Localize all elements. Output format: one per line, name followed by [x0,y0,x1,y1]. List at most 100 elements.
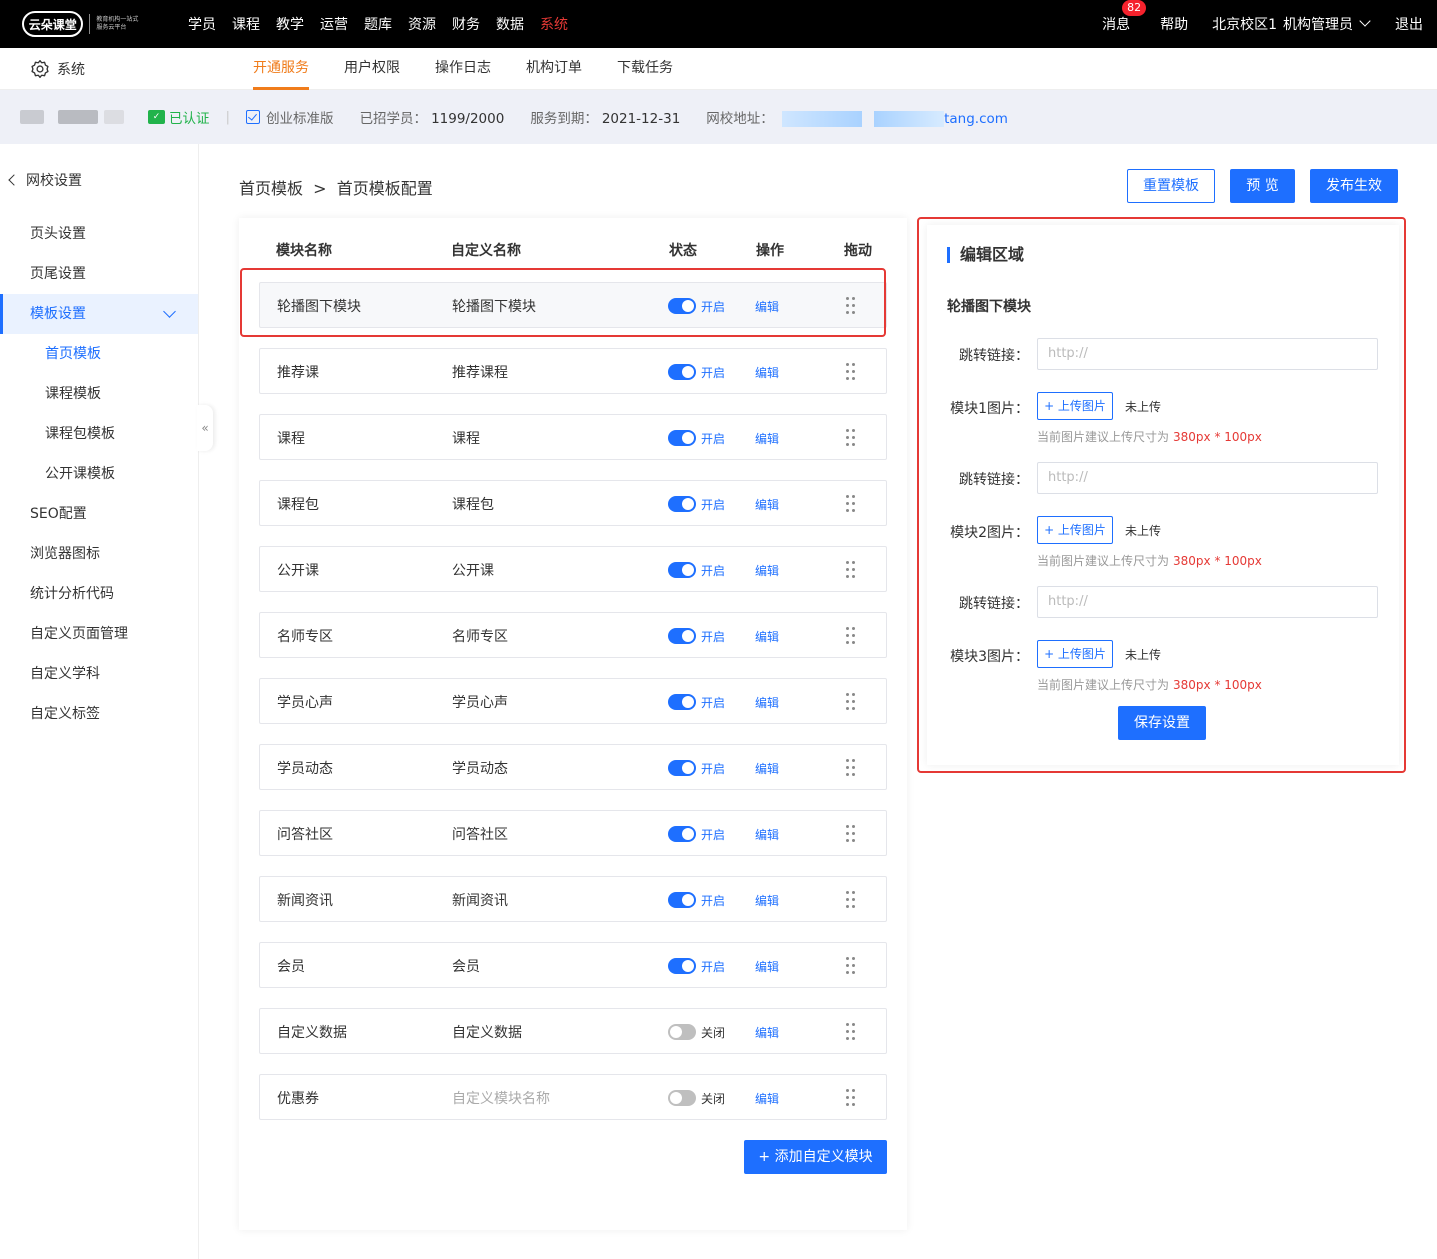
reset-template-button[interactable]: 重置模板 [1127,169,1215,203]
edit-link[interactable]: 编辑 [755,430,779,447]
school-url-link[interactable]: tang.com [944,111,1008,127]
status-toggle[interactable] [668,628,696,644]
sidebar-back[interactable]: 网校设置 [8,170,82,190]
table-row: 课程包 课程包 开启 编辑 [259,480,887,526]
sidebar-item[interactable]: SEO配置 [0,494,198,534]
table-row: 推荐课 推荐课程 开启 编辑 [259,348,887,394]
drag-dot [852,575,855,578]
status-toggle[interactable] [668,760,696,776]
collapse-sidebar-button[interactable]: « [197,405,213,451]
top-nav-item[interactable]: 学员 [188,14,216,34]
status-toggle[interactable] [668,694,696,710]
logout-link[interactable]: 退出 [1395,14,1423,34]
drag-dot [852,561,855,564]
edit-link[interactable]: 编辑 [755,1024,779,1041]
drag-dot [852,1023,855,1026]
drag-handle-icon[interactable] [846,561,856,579]
drag-handle-icon[interactable] [846,1023,856,1041]
edit-link[interactable]: 编辑 [755,760,779,777]
top-nav-item[interactable]: 运营 [320,14,348,34]
status-toggle[interactable] [668,562,696,578]
drag-handle-icon[interactable] [846,1089,856,1107]
top-nav-item[interactable]: 财务 [452,14,480,34]
school-url-info: 网校地址： tang.com [706,107,1008,127]
drag-handle-icon[interactable] [846,363,856,381]
sidebar-item[interactable]: 页尾设置 [0,254,198,294]
edit-link[interactable]: 编辑 [755,1090,779,1107]
top-nav-item[interactable]: 题库 [364,14,392,34]
drag-dot [846,436,849,439]
sidebar-item[interactable]: 浏览器图标 [0,534,198,574]
drag-dot [852,641,855,644]
edit-link[interactable]: 编辑 [755,826,779,843]
drag-handle-icon[interactable] [846,693,856,711]
top-nav-item[interactable]: 课程 [232,14,260,34]
edit-link[interactable]: 编辑 [755,694,779,711]
edit-link[interactable]: 编辑 [755,364,779,381]
publish-button[interactable]: 发布生效 [1310,169,1398,203]
edit-link[interactable]: 编辑 [755,892,779,909]
sidebar-item[interactable]: 公开课模板 [0,454,198,494]
redacted-school-name [58,110,98,124]
edit-link[interactable]: 编辑 [755,628,779,645]
drag-handle-icon[interactable] [846,627,856,645]
drag-handle-icon[interactable] [846,957,856,975]
sidebar-item[interactable]: 自定义标签 [0,694,198,734]
drag-dot [852,825,855,828]
drag-handle-icon[interactable] [846,495,856,513]
sidebar-item[interactable]: 首页模板 [0,334,198,374]
module-name: 推荐课 [277,365,319,381]
status-toggle[interactable] [668,364,696,380]
status-toggle[interactable] [668,1090,696,1106]
user-role-menu[interactable]: 机构管理员 [1283,14,1353,34]
campus-name[interactable]: 北京校区1 [1212,14,1277,34]
sidebar-item[interactable]: 自定义学科 [0,654,198,694]
status-label: 开启 [701,630,726,644]
drag-dot [846,575,849,578]
school-info-bar: ✓ 已认证 | 创业标准版 已招学员： 1199/2000 服务到期： 2021-1… [0,90,1437,144]
top-nav-item[interactable]: 教学 [276,14,304,34]
subnav-tab[interactable]: 开通服务 [253,48,309,90]
edit-link[interactable]: 编辑 [755,496,779,513]
status-toggle[interactable] [668,826,696,842]
chevron-down-icon[interactable] [1359,15,1371,27]
subnav-tab[interactable]: 下载任务 [617,48,673,90]
drag-handle-icon[interactable] [846,429,856,447]
sidebar-item[interactable]: 课程包模板 [0,414,198,454]
edit-link[interactable]: 编辑 [755,562,779,579]
edition-check-icon [246,110,261,124]
drag-dot [846,495,849,498]
status-toggle[interactable] [668,958,696,974]
sidebar-item[interactable]: 页头设置 [0,214,198,254]
drag-dot [852,700,855,703]
status-toggle[interactable] [668,430,696,446]
messages-link[interactable]: 消息 82 [1102,0,1147,34]
status-toggle[interactable] [668,496,696,512]
sub-nav-bar: 系统 开通服务 用户权限 操作日志 机构订单 下载任务 [0,48,1437,90]
subnav-tab[interactable]: 用户权限 [344,48,400,90]
subnav-tab[interactable]: 机构订单 [526,48,582,90]
table-row: 学员心声 学员心声 开启 编辑 [259,678,887,724]
sidebar-item[interactable]: 统计分析代码 [0,574,198,614]
sidebar-item[interactable]: 模板设置 [0,294,198,334]
drag-handle-icon[interactable] [846,825,856,843]
drag-dot [846,1023,849,1026]
top-nav-item[interactable]: 数据 [496,14,524,34]
status-toggle[interactable] [668,1024,696,1040]
add-custom-module-button[interactable]: + 添加自定义模块 [744,1140,887,1174]
subnav-tab[interactable]: 操作日志 [435,48,491,90]
col-action: 操作 [756,243,784,259]
sidebar-item[interactable]: 自定义页面管理 [0,614,198,654]
top-nav-item[interactable]: 资源 [408,14,436,34]
top-nav-item[interactable]: 系统 [540,14,568,34]
logo[interactable]: 云朵课堂 教育机构一站式服务云平台 [22,9,140,39]
drag-handle-icon[interactable] [846,891,856,909]
logo-divider [89,14,91,34]
drag-handle-icon[interactable] [846,759,856,777]
edit-link[interactable]: 编辑 [755,958,779,975]
sidebar-item[interactable]: 课程模板 [0,374,198,414]
preview-button[interactable]: 预 览 [1230,169,1295,203]
status-toggle[interactable] [668,892,696,908]
help-link[interactable]: 帮助 [1160,14,1188,34]
module-list-panel: 模块名称 自定义名称 状态 操作 拖动 + 添加自定义模块 轮播图下模块 轮播图下… [239,218,907,1230]
